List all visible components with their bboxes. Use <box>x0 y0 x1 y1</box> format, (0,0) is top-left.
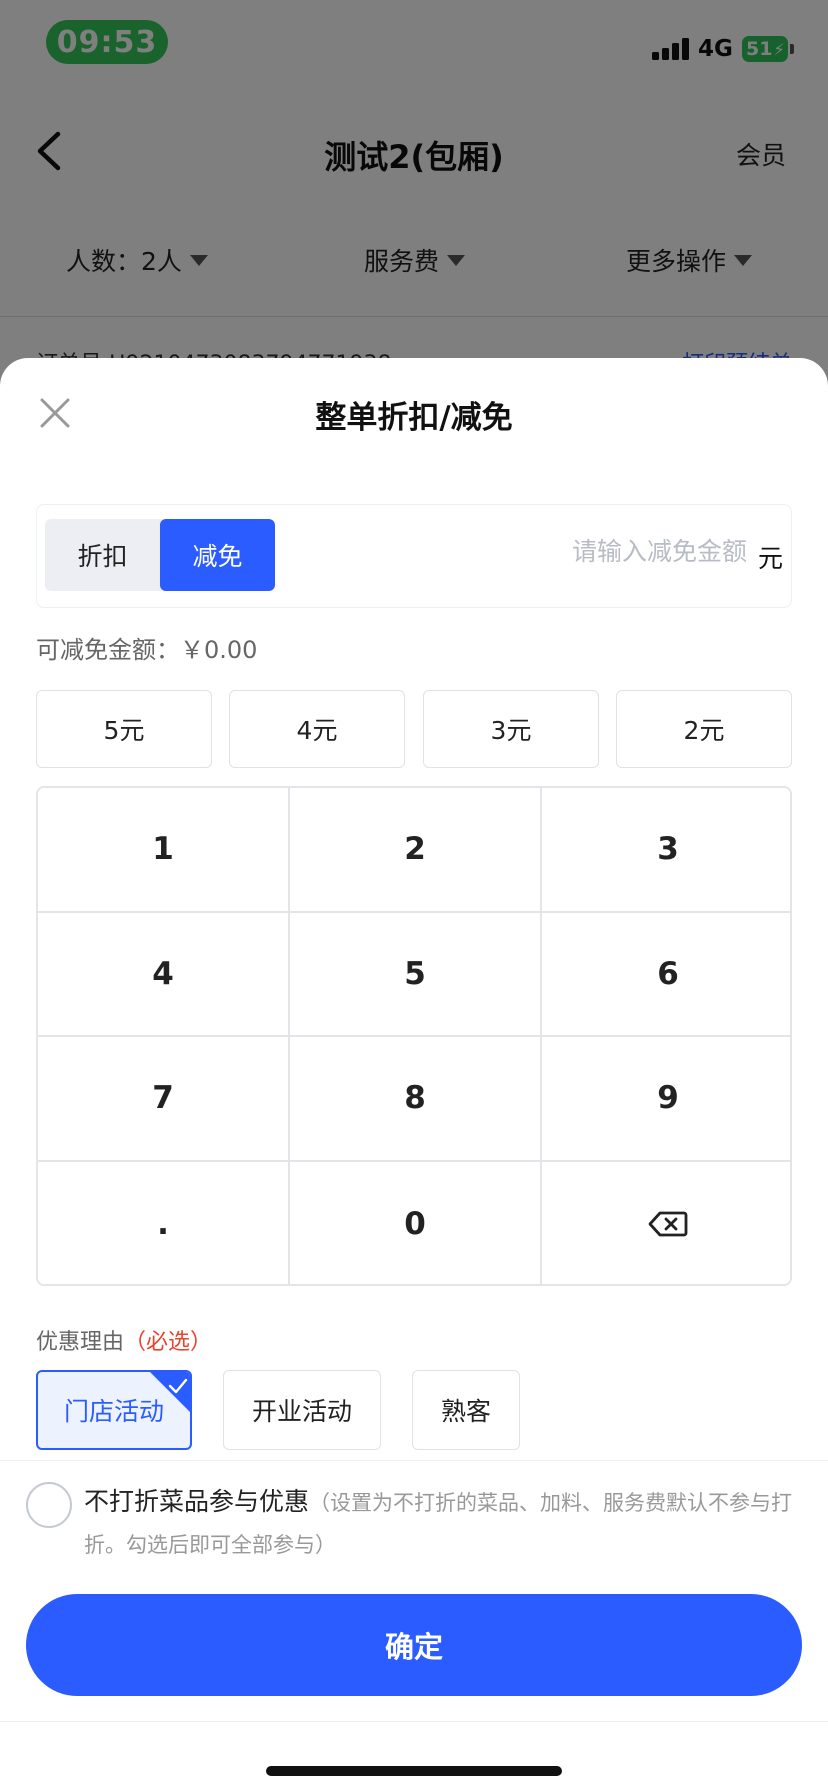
key-9[interactable]: 9 <box>542 1037 790 1162</box>
divider <box>0 1460 828 1461</box>
key-3[interactable]: 3 <box>542 788 790 913</box>
reason-label: 优惠理由（必选） <box>36 1324 212 1356</box>
reason-required-tag: （必选） <box>124 1330 213 1355</box>
discount-sheet: 整单折扣/减免 折扣 减免 元 可减免金额：￥0.00 5元 4元 3元 2元 … <box>0 358 828 1792</box>
key-2[interactable]: 2 <box>290 788 542 913</box>
unit-label: 元 <box>757 544 783 573</box>
quick-amount-button[interactable]: 4元 <box>229 690 405 768</box>
key-1[interactable]: 1 <box>38 788 290 913</box>
background-page: 09:53 4G 51⚡ 测试2(包厢) 会员 人数：2人 服务费 更多操作 <box>0 0 828 420</box>
check-icon <box>150 1372 190 1412</box>
key-dot[interactable]: . <box>38 1161 290 1284</box>
tab-waive[interactable]: 减免 <box>160 519 275 591</box>
home-indicator <box>266 1766 562 1776</box>
include-non-discount-label[interactable]: 不打折菜品参与优惠（设置为不打折的菜品、加料、服务费默认不参与打折。勾选后即可全… <box>84 1482 804 1567</box>
quick-amount-button[interactable]: 5元 <box>36 690 212 768</box>
key-4[interactable]: 4 <box>38 912 290 1037</box>
include-non-discount-checkbox[interactable] <box>26 1482 72 1528</box>
numeric-keypad: 1 2 3 4 5 6 7 8 9 . 0 <box>36 786 792 1286</box>
confirm-button[interactable]: 确定 <box>26 1594 802 1696</box>
reason-options: 门店活动 开业活动 熟客 <box>36 1370 792 1450</box>
quick-amount-button[interactable]: 3元 <box>423 690 599 768</box>
modal-overlay[interactable] <box>0 0 828 420</box>
quick-amounts: 5元 4元 3元 2元 <box>36 690 792 768</box>
reason-regular-customer[interactable]: 熟客 <box>412 1370 520 1450</box>
key-backspace[interactable] <box>542 1161 790 1284</box>
mode-segment: 折扣 减免 <box>45 519 275 591</box>
divider <box>0 1721 828 1722</box>
reason-label-text: 开业活动 <box>251 1397 352 1426</box>
sheet-title: 整单折扣/减免 <box>315 400 513 436</box>
reason-title: 优惠理由 <box>36 1330 125 1355</box>
key-8[interactable]: 8 <box>290 1037 542 1162</box>
quick-amount-button[interactable]: 2元 <box>616 690 792 768</box>
key-7[interactable]: 7 <box>38 1037 290 1162</box>
amount-box: 折扣 减免 元 <box>36 504 792 608</box>
key-0[interactable]: 0 <box>290 1161 542 1284</box>
key-6[interactable]: 6 <box>542 912 790 1037</box>
reason-store-activity[interactable]: 门店活动 <box>36 1370 192 1450</box>
reason-label-text: 熟客 <box>440 1397 491 1426</box>
option-main-text: 不打折菜品参与优惠 <box>84 1487 310 1516</box>
waive-amount-input[interactable] <box>527 537 747 566</box>
available-amount: 可减免金额：￥0.00 <box>36 636 258 664</box>
key-5[interactable]: 5 <box>290 912 542 1037</box>
reason-opening-activity[interactable]: 开业活动 <box>223 1370 381 1450</box>
tab-discount[interactable]: 折扣 <box>45 519 160 591</box>
backspace-icon <box>648 1211 688 1237</box>
reason-label-text: 门店活动 <box>63 1397 164 1426</box>
